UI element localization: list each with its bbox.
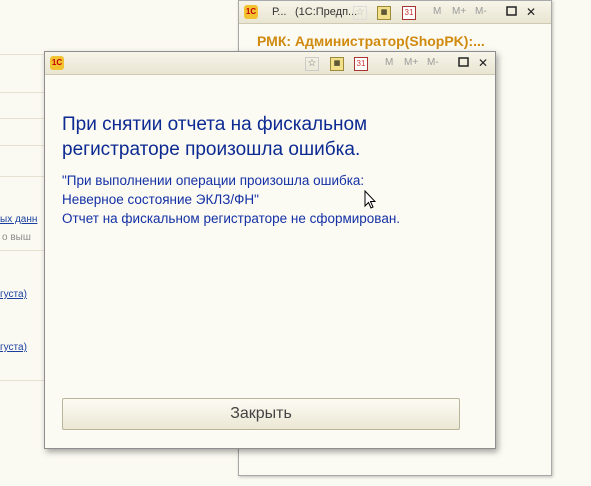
divider: [0, 92, 44, 93]
dialog-titlebar: 1С ☆ ▦ 31 M M+ M- ✕: [45, 52, 495, 75]
star-icon[interactable]: ☆: [305, 57, 319, 71]
app-logo-icon[interactable]: 1С: [244, 5, 258, 19]
tab-label[interactable]: Р...: [272, 6, 286, 18]
divider: [0, 380, 44, 381]
background-link[interactable]: густа): [0, 289, 27, 300]
calculator-icon[interactable]: ▦: [330, 57, 344, 71]
close-icon[interactable]: ✕: [524, 5, 538, 19]
app-logo-icon[interactable]: 1С: [50, 56, 64, 70]
background-link[interactable]: густа): [0, 342, 27, 353]
star-icon[interactable]: ☆: [353, 6, 367, 20]
error-detail-line: "При выполнении операции произошла ошибк…: [62, 173, 365, 188]
error-heading: При снятии отчета на фискальном регистра…: [62, 114, 368, 160]
error-dialog: 1С ☆ ▦ 31 M M+ M- ✕ При снятии отчета на…: [44, 51, 496, 449]
mouse-cursor-icon: [364, 190, 376, 209]
close-icon[interactable]: ✕: [476, 56, 490, 70]
error-detail-line: Отчет на фискальном регистраторе не сфор…: [62, 211, 401, 226]
memory-button[interactable]: M: [433, 6, 441, 17]
memory-plus-button[interactable]: M+: [452, 6, 466, 17]
divider: [0, 176, 44, 177]
maximize-icon[interactable]: [504, 5, 518, 19]
close-button[interactable]: Закрыть: [62, 398, 460, 430]
back-window-titlebar: 1С Р... (1С:Предп... ☆ ▦ 31 M M+ M- ✕: [239, 1, 551, 24]
error-detail: "При выполнении операции произошла ошибк…: [62, 171, 487, 228]
memory-minus-button[interactable]: M-: [475, 6, 487, 17]
memory-plus-button[interactable]: M+: [404, 57, 418, 68]
divider: [0, 250, 44, 251]
divider: [0, 118, 44, 119]
background-text: о выш: [2, 232, 31, 243]
background-link[interactable]: ых данн: [0, 214, 37, 225]
tab-label[interactable]: (1С:Предп...: [295, 6, 357, 18]
calendar-icon[interactable]: 31: [402, 6, 416, 20]
error-detail-line: Неверное состояние ЭКЛЗ/ФН": [62, 192, 259, 207]
back-window-title: РМК: Администратор(ShopPK):...: [257, 33, 485, 49]
divider: [0, 54, 44, 55]
memory-minus-button[interactable]: M-: [427, 57, 439, 68]
calculator-icon[interactable]: ▦: [377, 6, 391, 20]
divider: [0, 145, 44, 146]
maximize-icon[interactable]: [456, 56, 470, 70]
memory-button[interactable]: M: [385, 57, 393, 68]
calendar-icon[interactable]: 31: [354, 57, 368, 71]
